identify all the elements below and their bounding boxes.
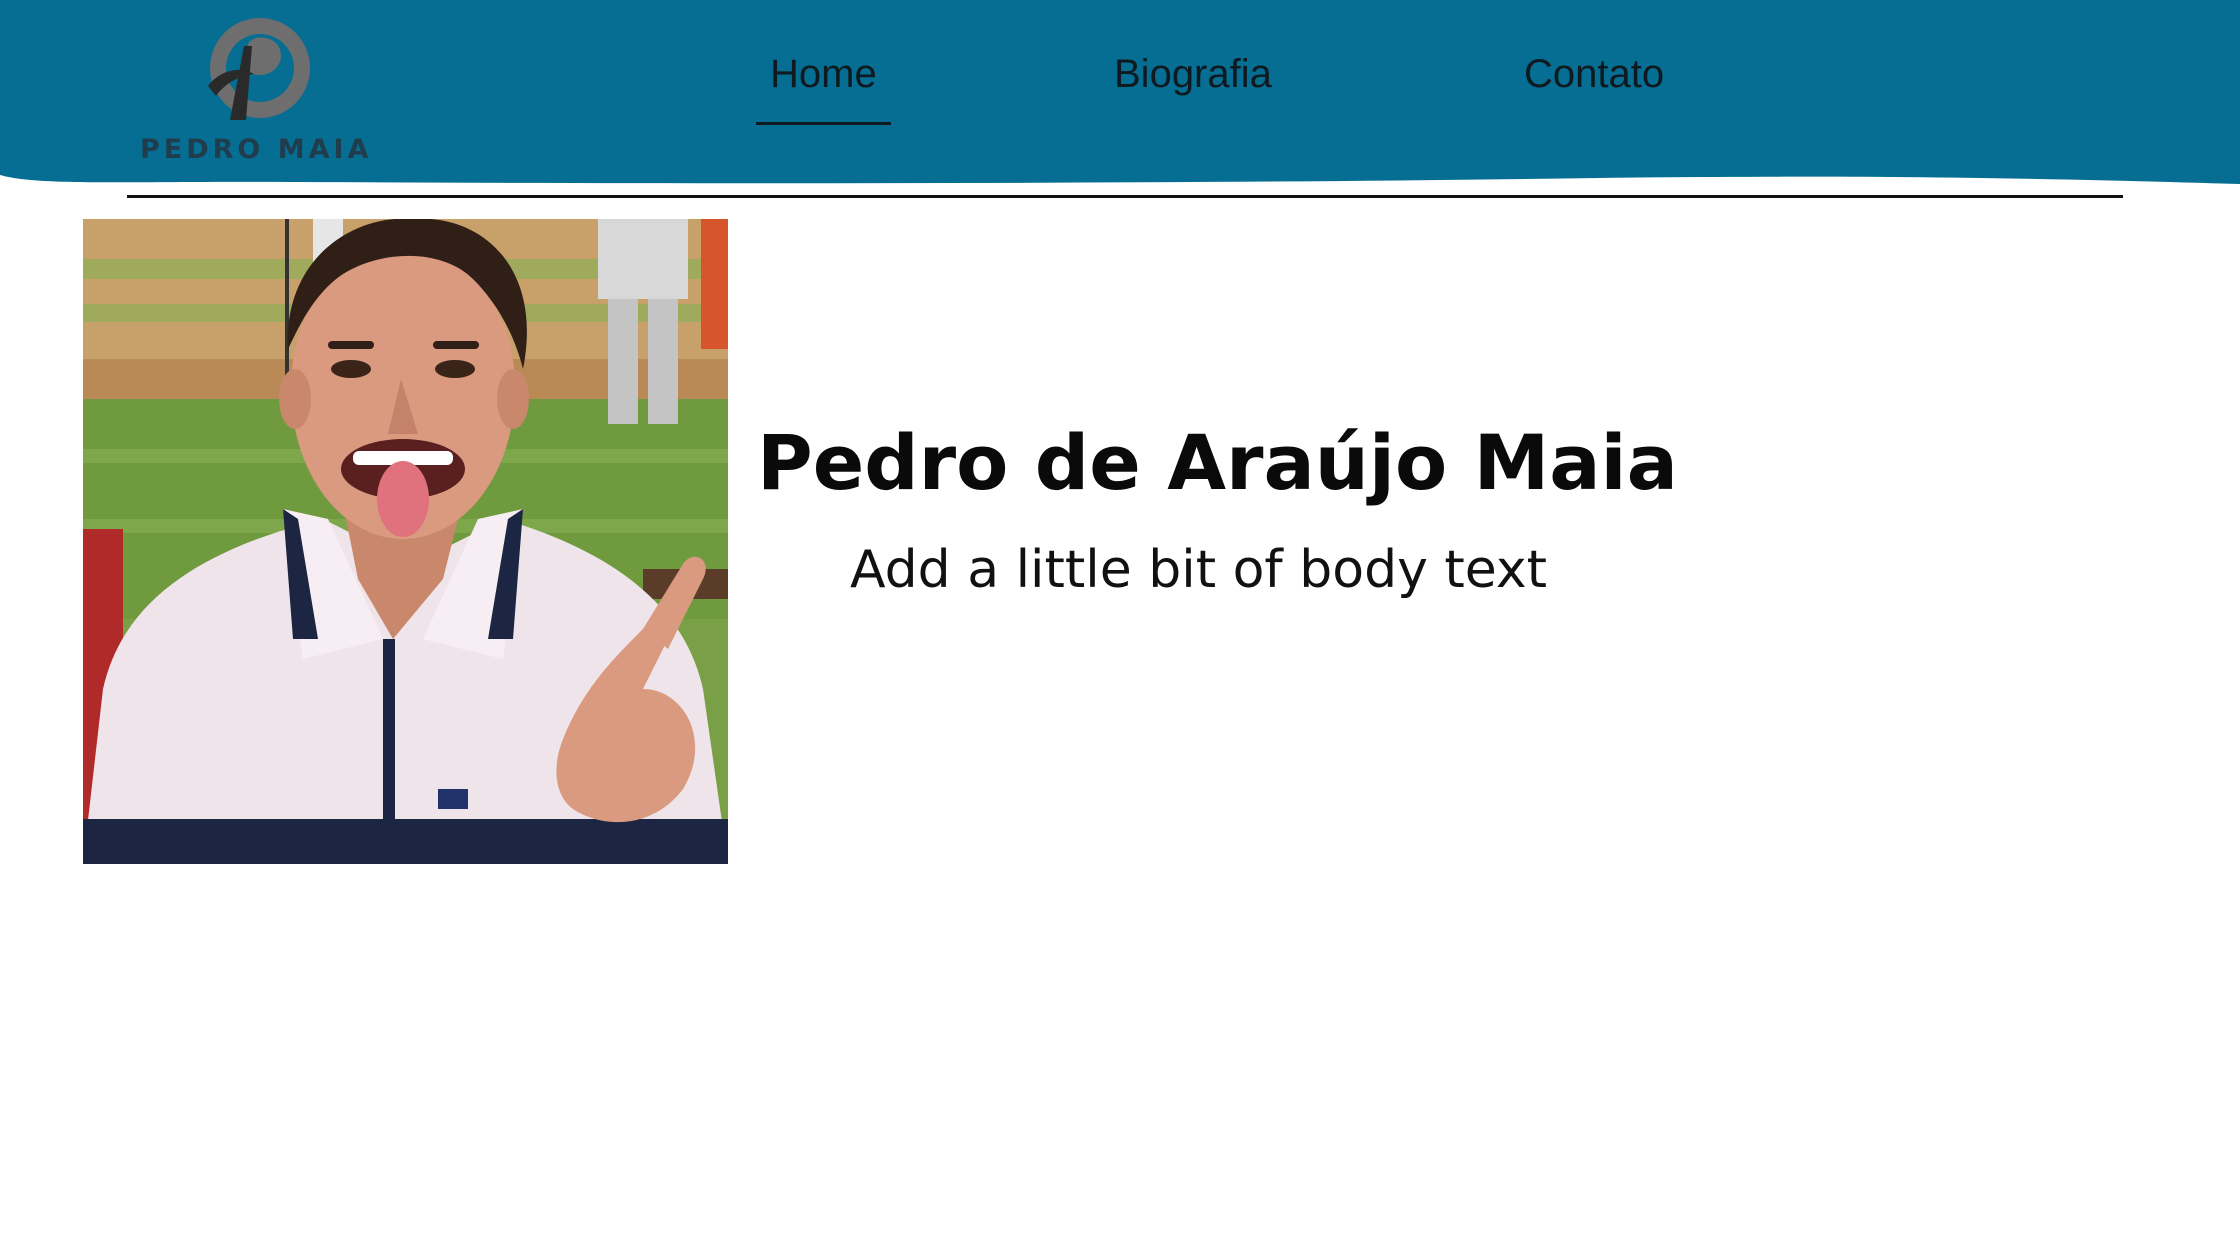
hero-title: Pedro de Araújo Maia [757,418,1678,507]
nav-active-underline [756,122,891,125]
header-divider [127,195,2123,198]
profile-photo-illustration [83,219,728,864]
hero-body-text: Add a little bit of body text [850,540,1548,600]
nav-biografia[interactable]: Biografia [1114,52,1272,97]
nav-contato[interactable]: Contato [1524,52,1664,97]
profile-photo [83,219,728,864]
site-header: PEDRO MAIA Home Biografia Contato [0,0,2240,190]
page: PEDRO MAIA Home Biografia Contato Pedro … [0,0,2240,1260]
main-nav: Home Biografia Contato [0,52,2240,132]
nav-home[interactable]: Home [770,52,877,97]
logo-text: PEDRO MAIA [140,134,373,165]
